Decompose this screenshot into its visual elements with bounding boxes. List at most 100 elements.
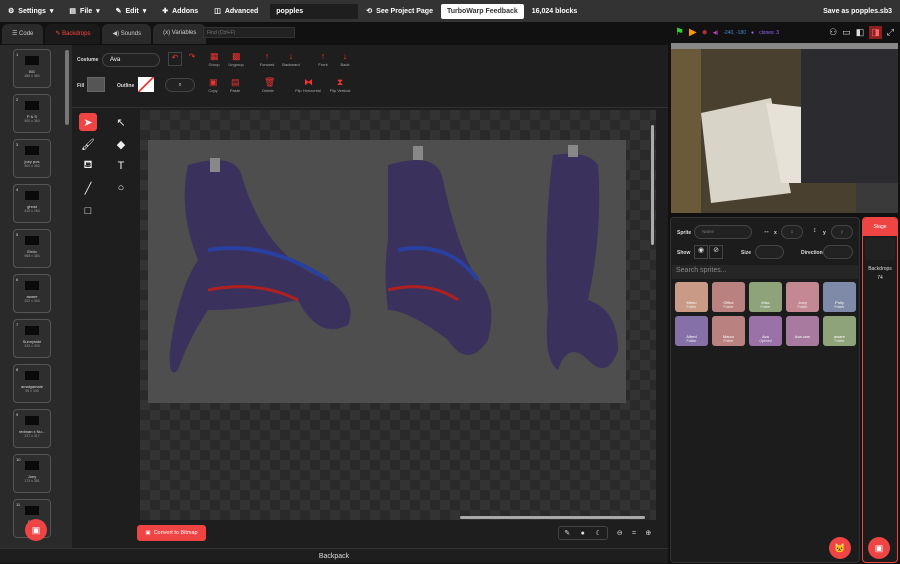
sprite-item[interactable]: Misc Folder xyxy=(749,282,782,312)
sprite-item[interactable]: aware Folder xyxy=(823,316,856,346)
zoom-reset-icon[interactable]: = xyxy=(632,530,636,537)
edit-menu[interactable]: ✎ Edit ▾ xyxy=(108,7,155,16)
x-input[interactable]: x xyxy=(781,225,803,239)
undo-button[interactable]: ↶ xyxy=(168,52,182,66)
stop-icon[interactable]: ● xyxy=(702,27,708,38)
sprite-item[interactable]: Menu Folder xyxy=(675,282,708,312)
text-tool[interactable]: T xyxy=(112,157,130,175)
backdrop-item[interactable]: 10 Joey 173 x 381 xyxy=(13,454,51,493)
file-menu[interactable]: ▤ File ▾ xyxy=(61,7,107,16)
sprite-item[interactable]: Ava Opened xyxy=(749,316,782,346)
dark-mode-icon[interactable]: ☾ xyxy=(595,529,601,537)
eraser-tool[interactable]: ◆ xyxy=(112,135,130,153)
addons-menu[interactable]: ✚ Addons xyxy=(154,7,206,16)
backdrop-item[interactable]: 8 amalgamate 96 x 343 xyxy=(13,364,51,403)
back-button[interactable]: ↓ Back xyxy=(331,52,359,68)
vertical-scrollbar[interactable] xyxy=(651,125,654,245)
large-stage-icon[interactable]: ◨ xyxy=(869,26,882,39)
see-project-button[interactable]: ⟲ See Project Page xyxy=(358,7,441,16)
addons-label: Addons xyxy=(172,7,199,15)
backdrop-item[interactable]: 1 BG 480 x 360 xyxy=(13,49,51,88)
backdrop-item[interactable]: 2P & S 500 x 360 xyxy=(13,94,51,133)
sprite-item[interactable]: Office Folder xyxy=(712,282,745,312)
paste-icon: ▤ xyxy=(231,77,240,87)
horizontal-scrollbar[interactable] xyxy=(460,516,645,519)
small-stage-icon[interactable]: ▭ xyxy=(842,27,851,38)
sprite-item[interactable]: Polly Folder xyxy=(823,282,856,312)
backdrops-label: Backdrops xyxy=(868,266,892,272)
line-tool[interactable]: ╱ xyxy=(79,179,97,197)
select-tool[interactable]: ➤ xyxy=(79,113,97,131)
arrow-up-icon: ↑ xyxy=(264,51,270,61)
zoom-out-icon[interactable]: ⊖ xyxy=(617,529,623,537)
stage-selector[interactable]: Stage Backdrops 74 xyxy=(862,217,898,563)
outline-width-input[interactable]: 0 xyxy=(165,78,195,92)
scrollbar[interactable] xyxy=(65,50,69,125)
brush-mode-icon[interactable]: ● xyxy=(581,530,585,537)
show-hidden-button[interactable]: ⊘ xyxy=(709,245,723,259)
front-label: Front xyxy=(318,62,328,67)
tab-sounds[interactable]: ◀) Sounds xyxy=(102,24,152,44)
show-visible-button[interactable]: ◉ xyxy=(694,245,708,259)
backdrop-item[interactable]: 4 ghost 415 x 254 xyxy=(13,184,51,223)
sprite-type: Opened xyxy=(759,339,772,343)
fullscreen-icon[interactable]: ⤢ xyxy=(887,27,894,38)
backdrop-item[interactable]: 9 redman x Nu... 237 x 317 xyxy=(13,409,51,448)
circle-tool[interactable]: ○ xyxy=(112,179,130,197)
outline-color-swatch[interactable] xyxy=(138,77,154,92)
backdrop-item[interactable]: 5 Endo 968 x 384 xyxy=(13,229,51,268)
green-flag-icon[interactable]: ⚑ xyxy=(675,27,684,38)
sprite-item[interactable]: Joey Folder xyxy=(786,282,819,312)
backdrop-thumbnail xyxy=(25,461,39,470)
find-input[interactable]: Find (Ctrl+F) xyxy=(203,27,295,38)
flip-vertical-button[interactable]: ⧗ Flip Vertical xyxy=(323,78,357,94)
costume-name-input[interactable]: Ava xyxy=(102,53,160,67)
y-input[interactable]: y xyxy=(831,225,853,239)
delete-button[interactable]: 🗑 Delete xyxy=(254,78,282,94)
sprite-name-input[interactable]: Name xyxy=(694,225,752,239)
backdrop-size: 415 x 254 xyxy=(24,209,40,213)
tab-backdrops[interactable]: ✎ Backdrops xyxy=(45,24,101,44)
paste-button[interactable]: ▤ Paste xyxy=(221,77,249,94)
backward-button[interactable]: ↓ Backward xyxy=(277,52,305,68)
reshape-tool[interactable]: ↖ xyxy=(112,113,130,131)
backdrop-number: 10 xyxy=(16,457,21,462)
project-title-input[interactable]: popples xyxy=(270,3,359,19)
tab-code[interactable]: ☰ Code xyxy=(2,24,44,44)
gamepad-icon[interactable]: ⚇ xyxy=(829,27,837,38)
sprite-item[interactable]: Ava cam xyxy=(786,316,819,346)
backdrop-item[interactable]: 3 joey pos 500 x 360 xyxy=(13,139,51,178)
save-button[interactable]: Save as popples.sb3 xyxy=(815,8,900,15)
play-icon[interactable]: ▶ xyxy=(689,27,697,38)
ungroup-button[interactable]: ▩ Ungroup xyxy=(222,52,250,68)
convert-to-bitmap-button[interactable]: ▣ Convert to Bitmap xyxy=(137,525,206,541)
redo-button[interactable]: ↷ xyxy=(185,52,199,66)
direction-input[interactable] xyxy=(823,245,853,259)
backdrop-size: 500 x 360 xyxy=(24,119,40,123)
settings-menu[interactable]: ⚙ Settings ▾ xyxy=(0,7,61,16)
backpack[interactable]: Backpack xyxy=(0,548,668,563)
backdrop-item[interactable]: 6 aware 202 x 343 xyxy=(13,274,51,313)
flip-horizontal-button[interactable]: ⧓ Flip Horizontal xyxy=(288,78,328,94)
outline-label: Outline xyxy=(117,83,135,89)
fill-tool[interactable]: ⛾ xyxy=(79,157,97,175)
mute-icon[interactable]: ◀) xyxy=(713,30,719,36)
brush-tool[interactable]: 🖌 xyxy=(79,135,97,153)
choose-backdrop-stage-button[interactable]: ▣ xyxy=(868,537,890,559)
choose-backdrop-button[interactable]: ▣ xyxy=(25,519,47,541)
feedback-button[interactable]: TurboWarp Feedback xyxy=(440,3,524,19)
search-sprites-input[interactable]: Search sprites... xyxy=(672,265,858,279)
fill-color-swatch[interactable] xyxy=(87,77,105,92)
zoom-in-icon[interactable]: ⊕ xyxy=(645,529,651,537)
tab-variables[interactable]: (x) Variables xyxy=(153,24,207,44)
size-input[interactable] xyxy=(755,245,784,259)
choose-sprite-button[interactable]: 🐱 xyxy=(829,537,851,559)
stage-canvas[interactable] xyxy=(671,43,898,213)
normal-stage-icon[interactable]: ◧ xyxy=(856,27,865,38)
sprite-item[interactable]: Alfred Folder xyxy=(675,316,708,346)
sprite-item[interactable]: Marzo Folder xyxy=(712,316,745,346)
backdrop-item[interactable]: 7 Sunnyside 243 x 339 xyxy=(13,319,51,358)
rectangle-tool[interactable]: □ xyxy=(79,202,97,220)
bitmap-mode-icon[interactable]: ✎ xyxy=(564,529,570,537)
advanced-menu[interactable]: ◫ Advanced xyxy=(206,7,266,16)
